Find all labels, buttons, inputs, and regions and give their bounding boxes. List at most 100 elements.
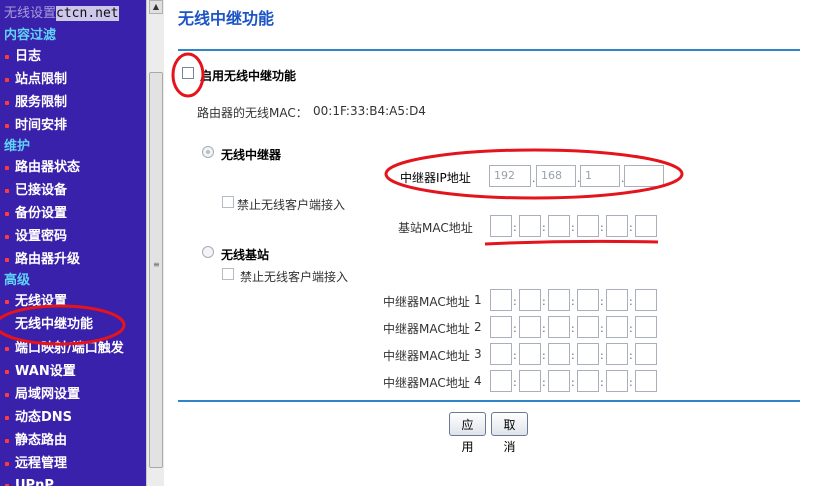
main-panel: 无线中继功能 启用无线中继功能 路由器的无线MAC： 00:1F:33:B4:A… bbox=[164, 0, 816, 486]
mac-separator: : bbox=[629, 322, 633, 335]
repeater-mac-row-number: 1 bbox=[474, 293, 482, 307]
sidebar-item-label: 日志 bbox=[15, 49, 42, 64]
cancel-button[interactable]: 取消 bbox=[491, 412, 528, 454]
base-station-label: 无线基站 bbox=[221, 248, 270, 262]
bullet-icon bbox=[5, 55, 9, 59]
repeater-mac-label: 中继器MAC地址 bbox=[383, 322, 470, 336]
repeater-mac-3-octet-6[interactable] bbox=[635, 343, 657, 365]
mac-separator: : bbox=[571, 221, 575, 234]
sidebar-item-label: 远程管理 bbox=[15, 456, 68, 471]
bullet-icon bbox=[5, 393, 9, 397]
repeater-mac-1-octet-2[interactable] bbox=[519, 289, 541, 311]
mac-separator: : bbox=[542, 322, 546, 335]
repeater-ip-label: 中继器IP地址 bbox=[400, 171, 471, 185]
mac-separator: : bbox=[571, 349, 575, 362]
mac-separator: : bbox=[629, 349, 633, 362]
base-mac-octet-2[interactable] bbox=[519, 215, 541, 237]
repeater-mac-4-octet-6[interactable] bbox=[635, 370, 657, 392]
mac-separator: : bbox=[600, 295, 604, 308]
base-mac-octet-3[interactable] bbox=[548, 215, 570, 237]
sidebar-section-maintenance: 维护 bbox=[4, 139, 31, 154]
sidebar-item-label: 静态路由 bbox=[15, 433, 68, 448]
sidebar-item-label: 路由器升级 bbox=[15, 252, 81, 267]
scrollbar-thumb[interactable]: ≡ bbox=[149, 72, 163, 468]
enable-repeating-label: 启用无线中继功能 bbox=[200, 69, 297, 83]
bullet-icon bbox=[5, 347, 9, 351]
repeater-radio[interactable] bbox=[202, 146, 214, 158]
sidebar-section-content-filter: 内容过滤 bbox=[4, 28, 57, 43]
repeater-mac-1-octet-1[interactable] bbox=[490, 289, 512, 311]
radio-dot-icon bbox=[206, 150, 210, 154]
mac-separator: : bbox=[513, 349, 517, 362]
sidebar-item-label: 备份设置 bbox=[15, 206, 68, 221]
repeater-mac-label: 中继器MAC地址 bbox=[383, 349, 470, 363]
base-mac-octet-5[interactable] bbox=[606, 215, 628, 237]
mac-separator: : bbox=[629, 376, 633, 389]
base-mac-octet-6[interactable] bbox=[635, 215, 657, 237]
bullet-icon bbox=[5, 235, 9, 239]
sidebar-item-label: 站点限制 bbox=[15, 72, 68, 87]
repeater-mac-3-octet-1[interactable] bbox=[490, 343, 512, 365]
mac-separator: : bbox=[629, 221, 633, 234]
repeater-mac-3-octet-3[interactable] bbox=[548, 343, 570, 365]
sidebar-scrollbar[interactable]: ▲ ≡ bbox=[146, 0, 164, 486]
bullet-icon bbox=[5, 258, 9, 262]
repeater-mac-1-octet-6[interactable] bbox=[635, 289, 657, 311]
repeater-mac-1-octet-5[interactable] bbox=[606, 289, 628, 311]
router-mac-label: 路由器的无线MAC： bbox=[197, 106, 308, 120]
repeater-ip-octet-2[interactable]: 168 bbox=[536, 165, 576, 187]
repeater-mac-2-octet-4[interactable] bbox=[577, 316, 599, 338]
watermark: 无线设置ctcn.net bbox=[4, 2, 119, 21]
base-mac-octet-4[interactable] bbox=[577, 215, 599, 237]
repeater-mac-3-octet-2[interactable] bbox=[519, 343, 541, 365]
repeater-mac-4-octet-3[interactable] bbox=[548, 370, 570, 392]
bullet-icon bbox=[5, 166, 9, 170]
repeater-mac-4-octet-2[interactable] bbox=[519, 370, 541, 392]
repeater-mac-label: 中继器MAC地址 bbox=[383, 376, 470, 390]
bullet-icon bbox=[5, 124, 9, 128]
divider-top bbox=[178, 49, 800, 51]
mac-separator: : bbox=[513, 295, 517, 308]
bullet-icon bbox=[5, 462, 9, 466]
mac-separator: : bbox=[600, 322, 604, 335]
sidebar-item-label: 时间安排 bbox=[15, 118, 68, 133]
repeater-ip-octet-4[interactable] bbox=[624, 165, 664, 187]
sidebar-item-label: 服务限制 bbox=[15, 95, 68, 110]
bullet-icon bbox=[5, 416, 9, 420]
bullet-icon bbox=[5, 78, 9, 82]
repeater-disable-clients-checkbox[interactable] bbox=[222, 196, 234, 208]
repeater-mac-4-octet-4[interactable] bbox=[577, 370, 599, 392]
repeater-mac-2-octet-1[interactable] bbox=[490, 316, 512, 338]
repeater-mac-2-octet-5[interactable] bbox=[606, 316, 628, 338]
repeater-ip-octet-1[interactable]: 192 bbox=[489, 165, 531, 187]
sidebar-item-label: UPnP bbox=[15, 478, 54, 486]
sidebar-item-label: 局域网设置 bbox=[15, 387, 81, 402]
annotation-underline-base-mac bbox=[484, 239, 659, 246]
mac-separator: : bbox=[571, 376, 575, 389]
enable-repeating-checkbox[interactable] bbox=[182, 67, 194, 79]
scroll-up-arrow-icon[interactable]: ▲ bbox=[149, 0, 163, 14]
mac-separator: : bbox=[629, 295, 633, 308]
base-mac-octet-1[interactable] bbox=[490, 215, 512, 237]
repeater-mac-1-octet-3[interactable] bbox=[548, 289, 570, 311]
repeater-mac-3-octet-4[interactable] bbox=[577, 343, 599, 365]
mac-separator: : bbox=[571, 322, 575, 335]
base-disable-clients-checkbox[interactable] bbox=[222, 268, 234, 280]
base-station-radio[interactable] bbox=[202, 246, 214, 258]
repeater-ip-octet-3[interactable]: 1 bbox=[580, 165, 620, 187]
sidebar-item-label: 无线设置 bbox=[15, 294, 68, 309]
router-mac-value: 00:1F:33:B4:A5:D4 bbox=[313, 104, 426, 118]
repeater-mac-label: 中继器MAC地址 bbox=[383, 295, 470, 309]
repeater-mac-1-octet-4[interactable] bbox=[577, 289, 599, 311]
repeater-mac-2-octet-6[interactable] bbox=[635, 316, 657, 338]
mac-separator: : bbox=[600, 221, 604, 234]
radio-dot-icon bbox=[206, 250, 210, 254]
repeater-mac-3-octet-5[interactable] bbox=[606, 343, 628, 365]
repeater-mac-4-octet-5[interactable] bbox=[606, 370, 628, 392]
repeater-mac-4-octet-1[interactable] bbox=[490, 370, 512, 392]
mac-separator: : bbox=[542, 295, 546, 308]
mac-separator: : bbox=[542, 376, 546, 389]
repeater-mac-2-octet-2[interactable] bbox=[519, 316, 541, 338]
repeater-mac-2-octet-3[interactable] bbox=[548, 316, 570, 338]
apply-button[interactable]: 应用 bbox=[449, 412, 486, 454]
